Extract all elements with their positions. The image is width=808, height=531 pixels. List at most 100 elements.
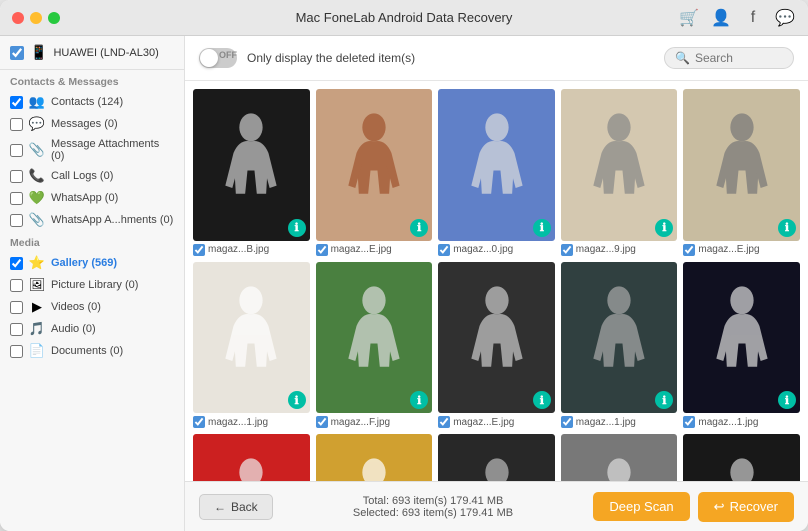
call-logs-icon: 📞 <box>29 168 45 184</box>
grid-item: ℹ magaz...0.jpg <box>438 89 555 256</box>
section-contacts-label: Contacts & Messages <box>0 70 184 91</box>
cart-icon[interactable]: 🛒 <box>678 7 700 29</box>
sidebar-item-message-attachments[interactable]: 📎 Message Attachments (0) <box>0 135 184 165</box>
photo-wrapper[interactable]: ℹ <box>683 262 800 414</box>
device-name: HUAWEI (LND-AL30) <box>53 47 158 59</box>
back-label: Back <box>231 500 258 514</box>
photo-wrapper[interactable]: ℹ <box>316 262 433 414</box>
photo-wrapper[interactable]: ℹ <box>438 434 555 481</box>
search-box[interactable]: 🔍 <box>664 47 794 69</box>
maximize-button[interactable] <box>48 12 60 24</box>
photo-wrapper[interactable]: ℹ <box>561 262 678 414</box>
contacts-checkbox[interactable] <box>10 96 23 109</box>
photo-checkbox[interactable] <box>561 416 573 428</box>
device-row: 📱 HUAWEI (LND-AL30) <box>0 36 184 70</box>
sidebar-item-audio[interactable]: 🎵 Audio (0) <box>0 318 184 340</box>
photo-wrapper[interactable]: ℹ <box>316 89 433 241</box>
recover-button[interactable]: ↩ Recover <box>698 492 794 522</box>
audio-checkbox[interactable] <box>10 323 23 336</box>
photo-figure <box>316 262 433 414</box>
photo-checkbox[interactable] <box>193 244 205 256</box>
item-footer: magaz...1.jpg <box>683 416 800 428</box>
item-footer: magaz...E.jpg <box>316 244 433 256</box>
user-icon[interactable]: 👤 <box>710 7 732 29</box>
contacts-icon: 👥 <box>29 94 45 110</box>
info-button[interactable]: ℹ <box>655 219 673 237</box>
search-input[interactable] <box>695 51 783 65</box>
photo-wrapper[interactable]: ℹ <box>316 434 433 481</box>
info-button[interactable]: ℹ <box>533 219 551 237</box>
photo-name: magaz...1.jpg <box>698 417 758 428</box>
toggle-off-label: OFF <box>219 50 237 60</box>
grid-item: ℹ magaz...E.jpg <box>438 262 555 429</box>
photo-wrapper[interactable]: ℹ <box>561 434 678 481</box>
photo-checkbox[interactable] <box>438 244 450 256</box>
videos-checkbox[interactable] <box>10 301 23 314</box>
photo-figure <box>683 262 800 414</box>
deep-scan-button[interactable]: Deep Scan <box>593 492 689 521</box>
toggle-track[interactable]: OFF <box>199 48 237 68</box>
message-attachments-checkbox[interactable] <box>10 144 23 157</box>
chat-icon[interactable]: 💬 <box>774 7 796 29</box>
photo-checkbox[interactable] <box>683 416 695 428</box>
photo-checkbox[interactable] <box>316 416 328 428</box>
sidebar-item-picture-library[interactable]: 🖼 Picture Library (0) <box>0 274 184 296</box>
photo-checkbox[interactable] <box>561 244 573 256</box>
recover-label: Recover <box>730 499 778 514</box>
whatsapp-checkbox[interactable] <box>10 192 23 205</box>
photo-wrapper[interactable]: ℹ <box>193 434 310 481</box>
photo-checkbox[interactable] <box>683 244 695 256</box>
photo-wrapper[interactable]: ℹ <box>438 89 555 241</box>
sidebar-item-gallery[interactable]: ⭐ Gallery (569) <box>0 252 184 274</box>
app-window: Mac FoneLab Android Data Recovery 🛒 👤 f … <box>0 0 808 531</box>
messages-checkbox[interactable] <box>10 118 23 131</box>
section-media-label: Media <box>0 231 184 252</box>
documents-checkbox[interactable] <box>10 345 23 358</box>
photo-wrapper[interactable]: ℹ <box>683 434 800 481</box>
toggle-switch[interactable]: OFF <box>199 48 237 68</box>
info-button[interactable]: ℹ <box>778 391 796 409</box>
grid-item: ℹ magaz...3.jpg <box>561 434 678 481</box>
photo-wrapper[interactable]: ℹ <box>193 89 310 241</box>
photo-wrapper[interactable]: ℹ <box>438 262 555 414</box>
info-button[interactable]: ℹ <box>410 219 428 237</box>
photo-figure <box>683 434 800 481</box>
grid-item: ℹ magaz...E.jpg <box>683 434 800 481</box>
grid-item: ℹ magaz...1.jpg <box>193 262 310 429</box>
whatsapp-icon: 💚 <box>29 190 45 206</box>
item-footer: magaz...E.jpg <box>683 244 800 256</box>
device-checkbox[interactable] <box>10 46 24 60</box>
photo-checkbox[interactable] <box>438 416 450 428</box>
contacts-label: Contacts (124) <box>51 96 123 108</box>
sidebar-item-videos[interactable]: ▶ Videos (0) <box>0 296 184 318</box>
minimize-button[interactable] <box>30 12 42 24</box>
app-title: Mac FoneLab Android Data Recovery <box>296 10 513 25</box>
sidebar-item-whatsapp[interactable]: 💚 WhatsApp (0) <box>0 187 184 209</box>
photo-grid: ℹ magaz...B.jpg ℹ m <box>193 89 800 481</box>
picture-library-checkbox[interactable] <box>10 279 23 292</box>
photo-wrapper[interactable]: ℹ <box>561 89 678 241</box>
photo-checkbox[interactable] <box>193 416 205 428</box>
photo-figure <box>438 89 555 241</box>
gallery-label: Gallery (569) <box>51 257 117 269</box>
whatsapp-attachments-checkbox[interactable] <box>10 214 23 227</box>
sidebar-item-contacts[interactable]: 👥 Contacts (124) <box>0 91 184 113</box>
photo-wrapper[interactable]: ℹ <box>683 89 800 241</box>
photo-wrapper[interactable]: ℹ <box>193 262 310 414</box>
facebook-icon[interactable]: f <box>742 7 764 29</box>
photo-checkbox[interactable] <box>316 244 328 256</box>
close-button[interactable] <box>12 12 24 24</box>
sidebar-item-call-logs[interactable]: 📞 Call Logs (0) <box>0 165 184 187</box>
photo-figure <box>438 262 555 414</box>
info-button[interactable]: ℹ <box>288 219 306 237</box>
sidebar-item-documents[interactable]: 📄 Documents (0) <box>0 340 184 362</box>
whatsapp-attachments-label: WhatsApp A...hments (0) <box>51 214 173 226</box>
back-button[interactable]: ← Back <box>199 494 273 520</box>
gallery-checkbox[interactable] <box>10 257 23 270</box>
sidebar-item-messages[interactable]: 💬 Messages (0) <box>0 113 184 135</box>
info-button[interactable]: ℹ <box>533 391 551 409</box>
sidebar-item-whatsapp-attachments[interactable]: 📎 WhatsApp A...hments (0) <box>0 209 184 231</box>
info-button[interactable]: ℹ <box>778 219 796 237</box>
call-logs-checkbox[interactable] <box>10 170 23 183</box>
info-button[interactable]: ℹ <box>288 391 306 409</box>
